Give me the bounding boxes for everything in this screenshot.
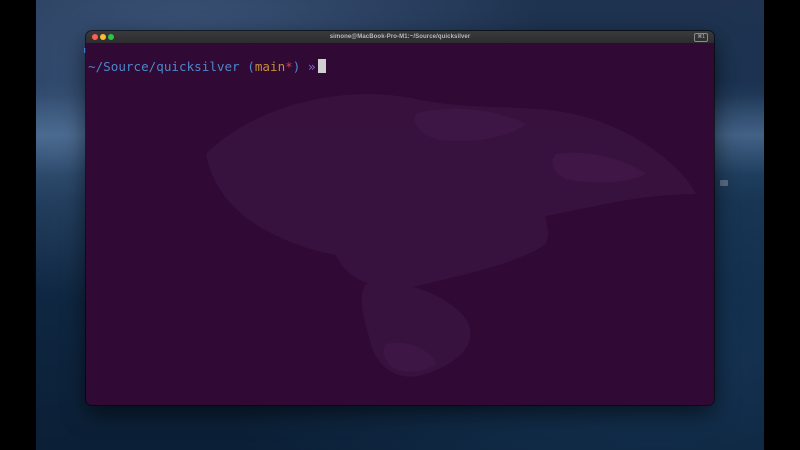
prompt-symbol: » [300, 59, 316, 74]
shell-prompt-line[interactable]: ~/Source/quicksilver (main*) » [88, 59, 326, 75]
desktop-edge-mark [720, 180, 728, 186]
window-titlebar[interactable]: simone@MacBook-Pro-M1:~/Source/quicksilv… [86, 31, 714, 44]
prompt-dirty-marker: * [285, 59, 293, 74]
window-title: simone@MacBook-Pro-M1:~/Source/quicksilv… [329, 34, 471, 40]
prompt-path: ~/Source/quicksilver [88, 59, 240, 74]
terminal-window: simone@MacBook-Pro-M1:~/Source/quicksilv… [86, 31, 714, 405]
text-cursor [317, 59, 326, 73]
prompt-branch: main [254, 59, 286, 74]
tab-shortcut-badge: ⌘1 [694, 33, 708, 42]
screen: simone@MacBook-Pro-M1:~/Source/quicksilv… [0, 0, 800, 450]
background-wallpaper-art [206, 94, 696, 377]
terminal-content[interactable]: ~/Source/quicksilver (main*) » [86, 44, 714, 405]
prompt-branch-open: ( [239, 59, 255, 74]
